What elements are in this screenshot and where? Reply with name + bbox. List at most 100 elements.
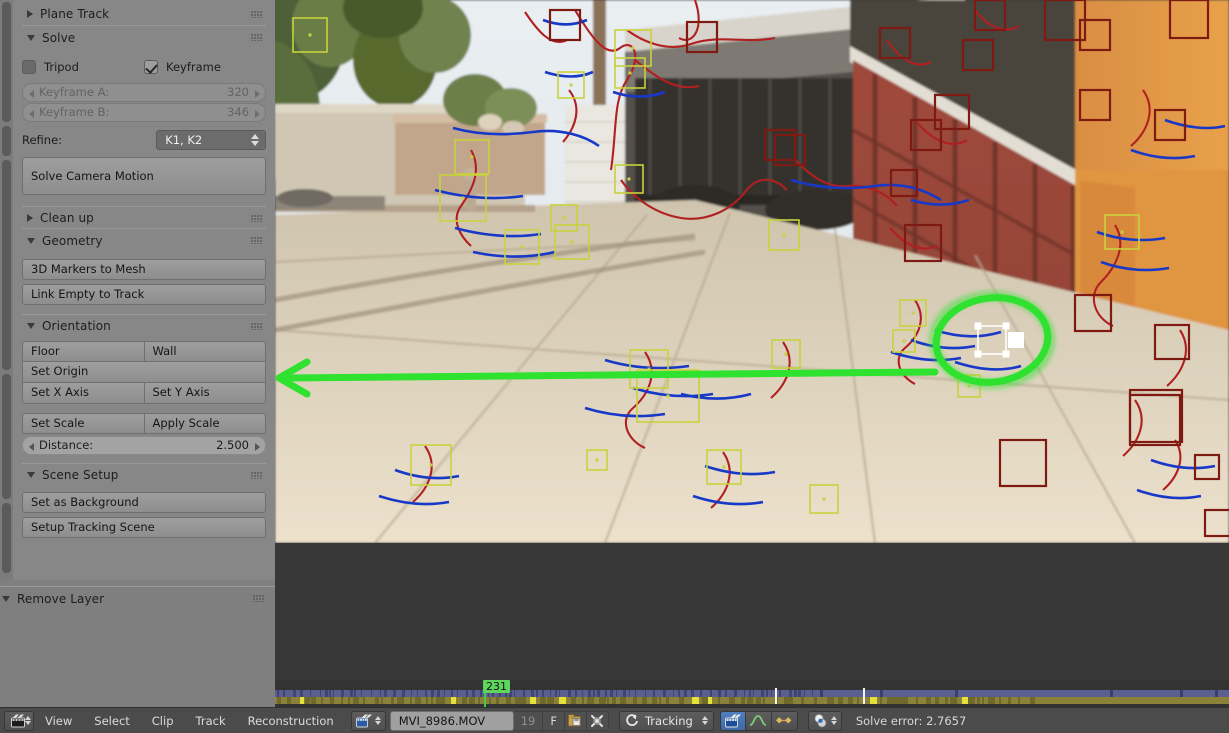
panel-grip-icon[interactable] [253, 595, 265, 602]
decrement-arrow-icon[interactable] [29, 110, 34, 118]
clip-browse-button[interactable] [350, 710, 386, 731]
increment-arrow-icon[interactable] [255, 443, 260, 451]
panel-header-scene-setup[interactable]: Scene Setup [22, 463, 266, 486]
timeline-keyframe-marker[interactable] [863, 688, 865, 704]
timeline-keyframe-marker[interactable] [775, 688, 777, 704]
refine-dropdown[interactable]: K1, K2 [156, 130, 266, 150]
marker-center-dot [628, 71, 632, 75]
timeline-tick [559, 697, 566, 704]
clip-name-field[interactable]: MVI_8986.MOV [389, 710, 514, 731]
timeline-tick [536, 690, 538, 697]
set-x-axis-button[interactable]: Set X Axis [22, 383, 145, 404]
active-marker-handle[interactable] [1002, 322, 1010, 330]
timeline-tick [393, 690, 396, 697]
timeline-tick [300, 697, 304, 704]
timeline-tick [798, 690, 801, 697]
panel-grip-icon[interactable] [251, 215, 263, 222]
apply-scale-button[interactable]: Apply Scale [144, 413, 266, 434]
sidebar-scrollbar[interactable] [0, 0, 13, 580]
set-scale-button[interactable]: Set Scale [22, 413, 145, 434]
floor-button[interactable]: Floor [22, 341, 145, 362]
setup-tracking-scene-button[interactable]: Setup Tracking Scene [22, 517, 266, 538]
panel-grip-icon[interactable] [251, 323, 263, 330]
distance-field[interactable]: Distance: 2.500 [22, 436, 266, 455]
clip-users-count[interactable]: 19 [513, 710, 544, 731]
fake-user-toggle[interactable]: F [543, 710, 565, 731]
active-marker-handle[interactable] [1002, 350, 1010, 358]
timeline-tick [437, 690, 440, 697]
scrollbar-thumb[interactable] [2, 160, 11, 370]
timeline-tick [945, 697, 948, 704]
panel-header-solve[interactable]: Solve [22, 26, 266, 49]
timeline-tick [391, 697, 394, 704]
active-marker-pattern[interactable] [1008, 332, 1024, 348]
timeline-tick [820, 690, 823, 697]
menu-reconstruction[interactable]: Reconstruction [237, 708, 345, 733]
timeline-tick [790, 697, 793, 704]
timeline-tick [633, 697, 637, 704]
mode-dropdown[interactable]: Tracking [618, 710, 714, 731]
increment-arrow-icon[interactable] [255, 90, 260, 98]
keyframe-checkbox[interactable] [144, 60, 158, 74]
decrement-arrow-icon[interactable] [29, 90, 34, 98]
active-marker-handle[interactable] [974, 322, 982, 330]
editor-type-button[interactable] [4, 710, 34, 731]
graph-view-button[interactable] [745, 710, 772, 731]
set-y-axis-button[interactable]: Set Y Axis [144, 383, 266, 404]
clip-timeline[interactable]: 231 [275, 680, 1229, 707]
timeline-tick [523, 690, 525, 697]
timeline-tick [673, 690, 674, 697]
keyframe-a-field[interactable]: Keyframe A: 320 [22, 83, 266, 102]
dopesheet-view-button[interactable] [771, 710, 798, 731]
scrollbar-thumb[interactable] [2, 374, 11, 499]
scrollbar-thumb[interactable] [2, 2, 11, 122]
markers-to-mesh-button[interactable]: 3D Markers to Mesh [22, 259, 266, 280]
menu-clip[interactable]: Clip [141, 708, 185, 733]
clip-view-button[interactable] [719, 710, 746, 731]
increment-arrow-icon[interactable] [255, 110, 260, 118]
refine-value: K1, K2 [165, 133, 203, 147]
link-empty-to-track-button[interactable]: Link Empty to Track [22, 284, 266, 305]
timeline-tick [988, 697, 995, 704]
scrollbar-thumb[interactable] [2, 503, 11, 573]
pivot-point-dropdown[interactable] [807, 710, 842, 731]
panel-header-plane-track[interactable]: Plane Track [22, 3, 266, 26]
timeline-tick [415, 697, 421, 704]
editor-header-bar: View Select Clip Track Reconstruction MV… [0, 707, 1229, 733]
timeline-track-segments[interactable] [275, 688, 1229, 704]
marker-center-dot [308, 33, 312, 37]
marker-center-dot [722, 465, 726, 469]
clip-image-area[interactable] [275, 0, 1229, 543]
wall-button[interactable]: Wall [144, 341, 266, 362]
timeline-tick [311, 697, 316, 704]
scrollbar-thumb[interactable] [2, 126, 11, 156]
graph-view-icon [750, 715, 767, 726]
set-origin-button[interactable]: Set Origin [22, 362, 266, 383]
panel-grip-icon[interactable] [251, 472, 263, 479]
decrement-arrow-icon[interactable] [29, 443, 34, 451]
timeline-tick [1110, 690, 1113, 697]
unlink-datablock-button[interactable] [586, 710, 609, 731]
timeline-tick [568, 690, 571, 697]
pack-file-button[interactable] [564, 710, 587, 731]
menu-track[interactable]: Track [185, 708, 237, 733]
timeline-tick [411, 690, 412, 697]
panel-grip-icon[interactable] [251, 237, 263, 244]
timeline-tick [645, 690, 646, 697]
active-marker-handle[interactable] [974, 350, 982, 358]
panel-header-remove-layer[interactable]: Remove Layer [0, 587, 275, 610]
panel-grip-icon[interactable] [251, 11, 263, 18]
keyframe-b-field[interactable]: Keyframe B: 346 [22, 103, 266, 122]
panel-grip-icon[interactable] [251, 34, 263, 41]
tripod-checkbox[interactable] [22, 60, 36, 74]
panel-header-orientation[interactable]: Orientation [22, 314, 266, 337]
panel-header-clean-up[interactable]: Clean up [22, 206, 266, 229]
marker-center-dot [911, 311, 915, 315]
panel-header-geometry[interactable]: Geometry [22, 229, 266, 252]
menu-select[interactable]: Select [83, 708, 140, 733]
clip-datablock-group: MVI_8986.MOV 19 F [350, 710, 609, 731]
solve-camera-motion-button[interactable]: Solve Camera Motion [22, 157, 266, 195]
menu-view[interactable]: View [34, 708, 83, 733]
set-as-background-button[interactable]: Set as Background [22, 492, 266, 513]
clip-viewport[interactable] [275, 0, 1229, 680]
